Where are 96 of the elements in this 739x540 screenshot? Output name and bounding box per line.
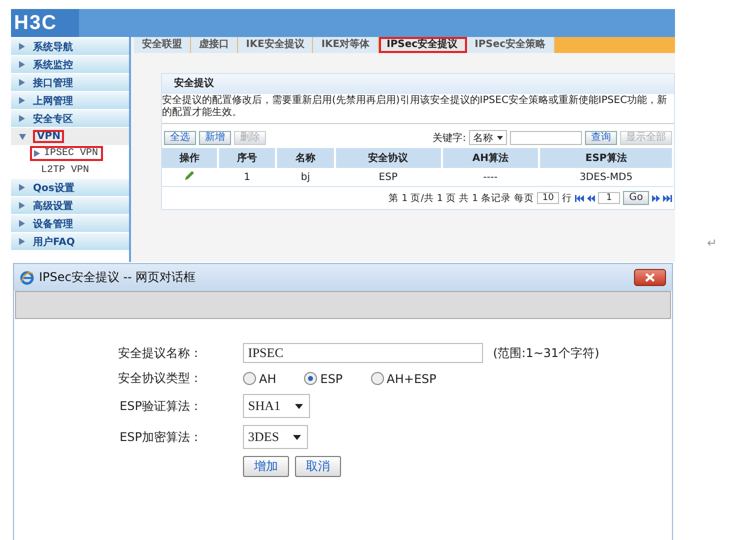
sidebar-label: VPN <box>34 131 64 142</box>
close-icon <box>645 273 655 282</box>
collapsed-icon <box>19 61 25 68</box>
field-label: ESP验证算法： <box>118 398 202 414</box>
table-cell: ESP <box>334 168 442 186</box>
collapsed-icon <box>19 238 25 245</box>
radio-option[interactable]: AH+ESP <box>370 372 436 386</box>
query-button[interactable]: 查询 <box>585 130 617 144</box>
submenu-item[interactable]: L2TP VPN <box>11 162 129 178</box>
keyword-label: 关键字: <box>432 132 466 144</box>
sidebar-label: 高级设置 <box>33 199 73 212</box>
collapsed-icon <box>19 97 25 104</box>
collapsed-icon <box>19 115 25 122</box>
go-button[interactable]: Go <box>623 191 649 205</box>
logo: H3C <box>11 9 79 37</box>
tab[interactable]: IKE对等体 <box>313 37 379 53</box>
sidebar-item[interactable]: 设备管理 <box>11 215 129 232</box>
dropdown-icon <box>293 434 302 440</box>
sidebar-item[interactable]: 用户FAQ <box>11 233 129 250</box>
sidebar-label: 设备管理 <box>33 218 73 230</box>
column-header: 序号 <box>218 148 276 168</box>
column-header: 安全协议 <box>334 148 442 168</box>
sidebar-label: 安全专区 <box>33 112 73 126</box>
last-page-icon[interactable] <box>663 194 672 202</box>
page-summary: 第 1 页/共 1 页 共 1 条记录 每页 <box>388 192 534 204</box>
toolbar-button[interactable]: 全选 <box>164 130 196 144</box>
previous-page-icon[interactable] <box>587 194 596 202</box>
tab[interactable]: IPSec安全提议 <box>378 37 467 53</box>
search-field[interactable] <box>510 130 582 144</box>
submenu-item[interactable]: IPSEC VPN <box>30 146 104 161</box>
dialog-title: IPSec安全提议 -- 网页对话框 <box>39 269 196 286</box>
table-cell: bj <box>276 168 335 186</box>
per-page-field[interactable]: 10 <box>537 192 560 204</box>
sidebar-item[interactable]: 接口管理 <box>11 74 129 91</box>
tab[interactable]: IPSec安全策略 <box>466 37 555 53</box>
dropdown-icon <box>294 404 303 408</box>
sidebar-item[interactable]: 系统监控 <box>11 56 129 73</box>
sidebar-label: 系统导航 <box>33 40 73 54</box>
notice-text: 安全提议的配置修改后，需要重新启用(先禁用再启用)引用该安全提议的IPSEC安全策略或重新使能IPSEC功能，新的配置才能生效。 <box>162 94 674 124</box>
sidebar-label: 用户FAQ <box>33 235 75 248</box>
sidebar-item[interactable]: VPN <box>11 128 129 145</box>
column-header: 名称 <box>276 148 335 168</box>
sidebar-label: 上网管理 <box>33 94 73 108</box>
table-cell: ---- <box>442 168 540 186</box>
dialog-button[interactable]: 取消 <box>295 456 341 477</box>
radio-button[interactable] <box>243 372 256 385</box>
field-label: ESP加密算法： <box>118 428 202 446</box>
next-page-icon[interactable] <box>652 194 660 202</box>
close-button[interactable] <box>634 269 666 286</box>
dialog-button[interactable]: 增加 <box>243 456 289 477</box>
algorithm-select[interactable]: 3DES <box>243 425 308 449</box>
collapsed-icon <box>19 202 25 209</box>
sidebar-item[interactable]: Qos设置 <box>11 179 129 196</box>
paragraph-mark: ↵ <box>707 236 718 250</box>
sidebar-label: 接口管理 <box>33 76 73 90</box>
table-cell: 3DES-MD5 <box>539 168 673 186</box>
dropdown-icon <box>497 136 503 140</box>
name-input[interactable]: IPSEC <box>243 343 483 363</box>
tab[interactable]: 安全联盟 <box>134 37 191 53</box>
collapsed-icon <box>19 43 25 50</box>
sidebar-item[interactable]: 系统导航 <box>11 38 129 55</box>
sidebar-item[interactable]: 上网管理 <box>11 92 129 109</box>
sidebar-item[interactable]: 安全专区 <box>11 110 129 127</box>
range-hint: (范围:1~31个字符) <box>493 344 600 362</box>
radio-label: AH+ESP <box>386 372 436 386</box>
rows-label: 行 <box>562 192 572 204</box>
panel-title: 安全提议 <box>162 74 674 94</box>
sidebar-label: 系统监控 <box>33 58 73 72</box>
collapsed-icon <box>19 79 25 86</box>
radio-label: ESP <box>320 372 343 386</box>
sidebar-item[interactable]: 高级设置 <box>11 197 129 214</box>
tab[interactable]: IKE安全提议 <box>238 37 314 53</box>
sidebar-label: Qos设置 <box>33 182 74 194</box>
radio-option[interactable]: ESP <box>304 372 343 386</box>
first-page-icon[interactable] <box>575 194 584 202</box>
collapsed-icon <box>19 220 25 227</box>
radio-button[interactable] <box>304 372 318 385</box>
pencil-icon[interactable] <box>184 170 196 181</box>
page-field[interactable]: 1 <box>598 192 620 204</box>
column-header: AH算法 <box>442 148 540 168</box>
collapsed-icon <box>19 184 25 191</box>
toolbar-button[interactable]: 新增 <box>199 130 231 144</box>
field-label: 安全协议类型： <box>117 370 202 387</box>
tab[interactable]: 虚接口 <box>191 37 238 53</box>
pointer-icon <box>34 150 40 157</box>
column-header: ESP算法 <box>539 148 673 168</box>
algorithm-select[interactable]: SHA1 <box>243 394 310 418</box>
field-select[interactable]: 名称 <box>469 130 507 145</box>
browser-icon <box>20 270 34 284</box>
radio-option[interactable]: AH <box>243 372 276 386</box>
field-label: 安全提议名称： <box>117 344 202 362</box>
expanded-icon <box>19 134 26 140</box>
radio-label: AH <box>259 372 276 386</box>
column-header: 操作 <box>162 148 218 168</box>
table-cell: 1 <box>218 168 276 186</box>
radio-button[interactable] <box>370 372 384 385</box>
